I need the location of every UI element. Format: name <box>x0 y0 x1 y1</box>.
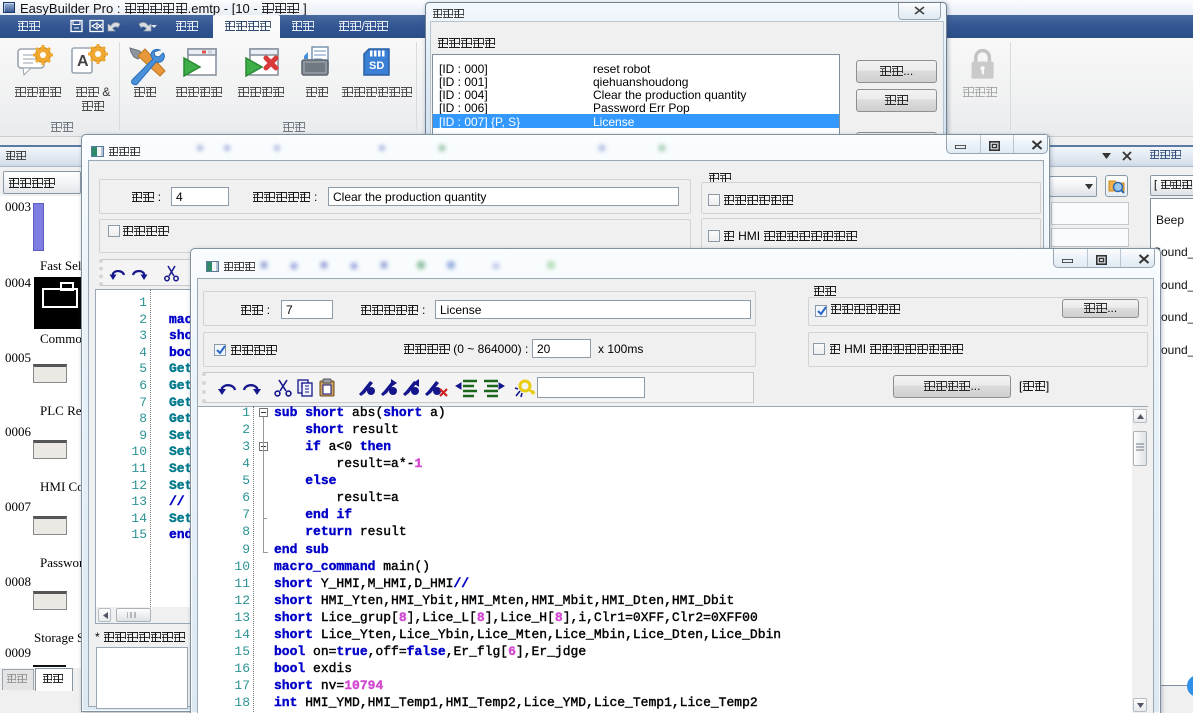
svg-text:SD: SD <box>369 60 384 72</box>
